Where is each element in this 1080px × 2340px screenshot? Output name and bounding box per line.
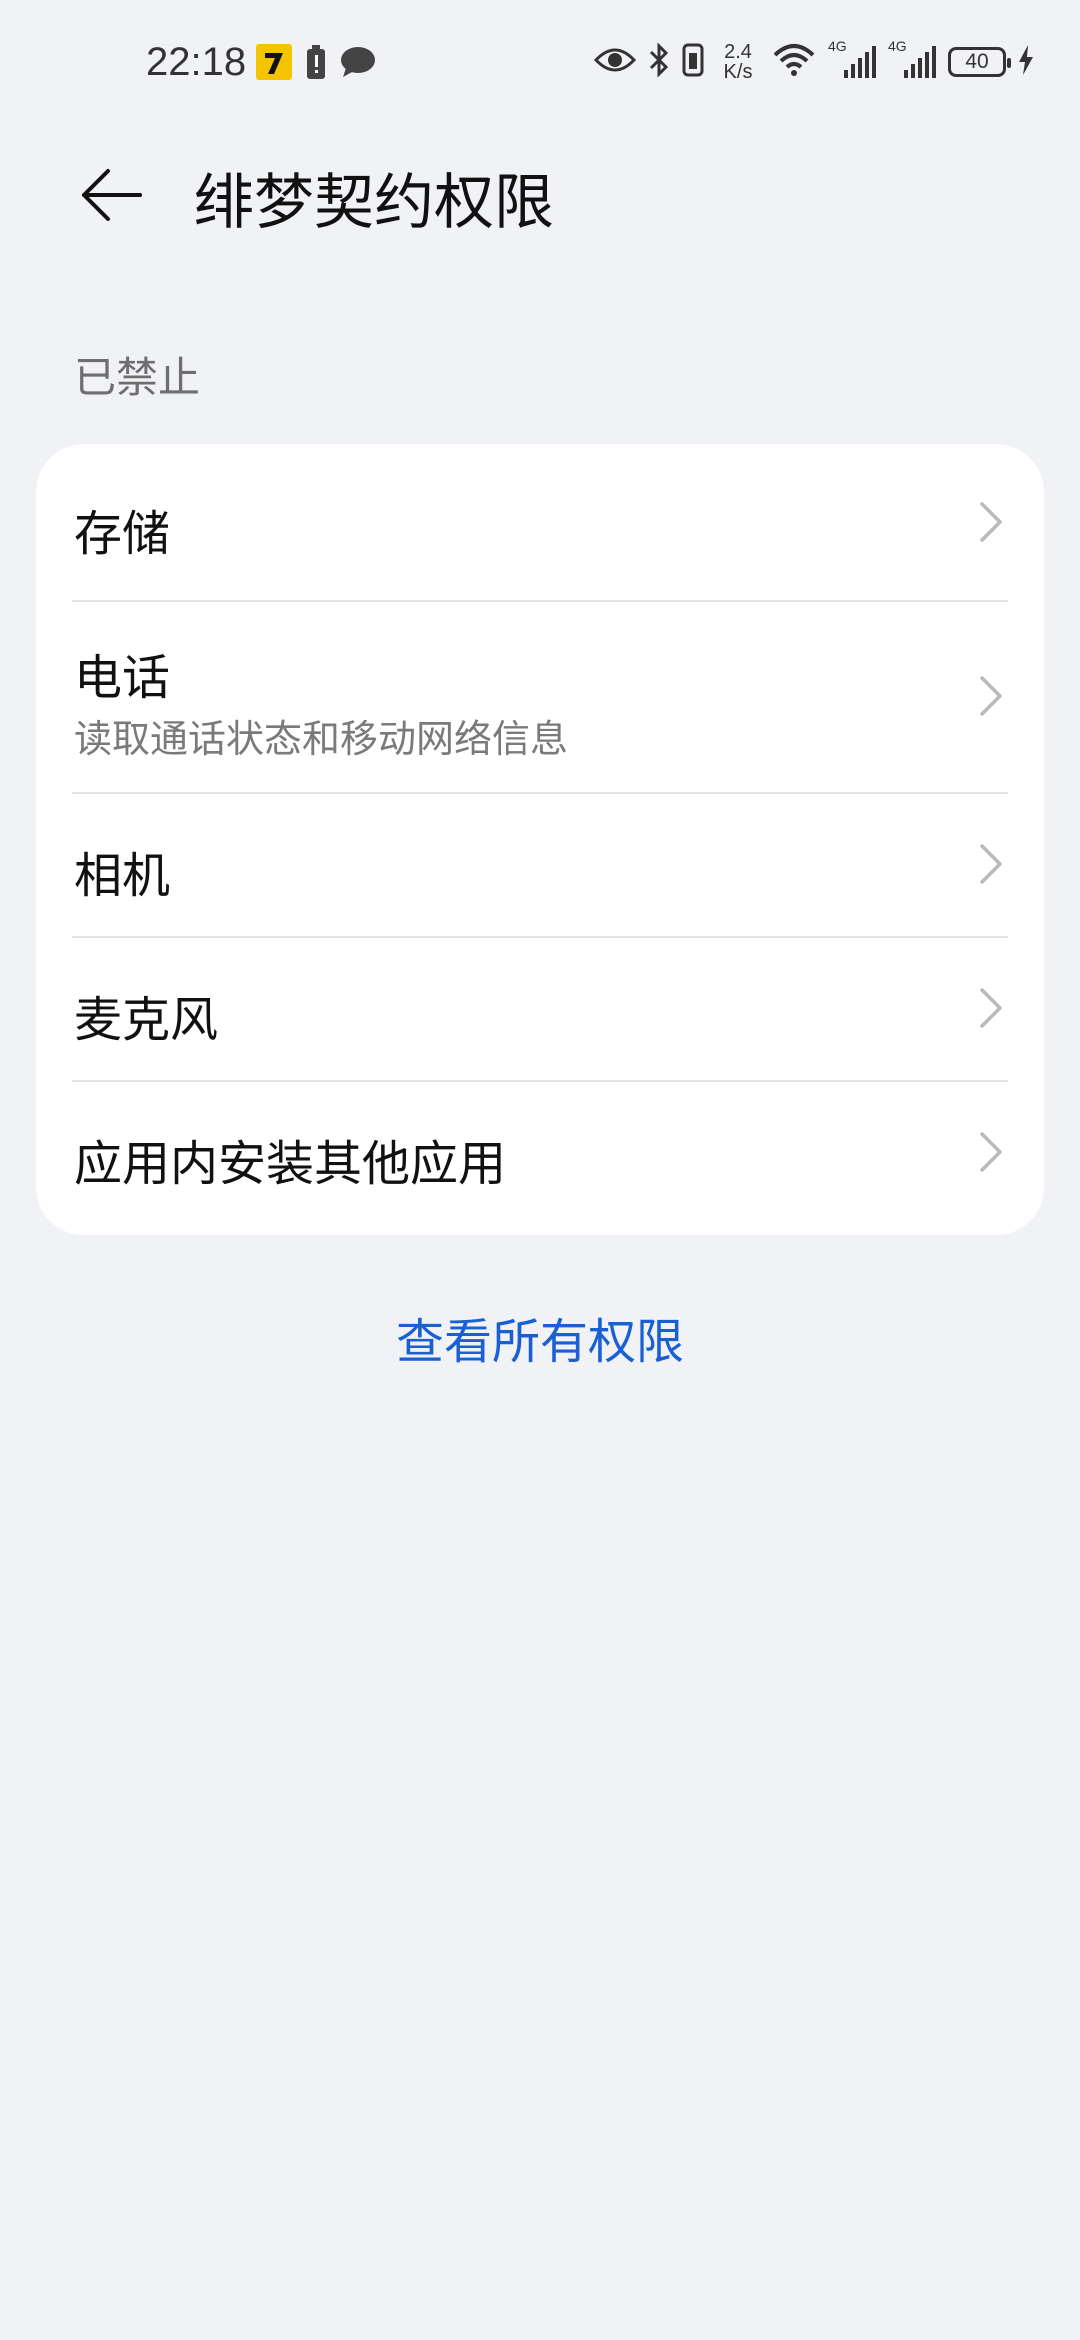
chevron-right-icon xyxy=(980,1132,1002,1172)
permission-row-camera[interactable]: 相机 xyxy=(36,792,1044,936)
back-button[interactable] xyxy=(70,155,150,235)
status-bar: 22:18 2.4 K/s 4G 4G 40 xyxy=(0,0,1080,130)
back-arrow-icon xyxy=(82,169,142,221)
status-left-icons xyxy=(256,44,376,84)
wifi-icon xyxy=(772,43,816,81)
vibrate-icon xyxy=(682,43,704,81)
page-title: 绯梦契约权限 xyxy=(194,168,554,238)
permission-title: 麦克风 xyxy=(74,992,219,1048)
signal-icon: 4G xyxy=(828,38,876,80)
divider xyxy=(72,936,1008,938)
permission-subtitle: 读取通话状态和移动网络信息 xyxy=(74,717,569,761)
battery-level: 40 xyxy=(965,50,989,73)
app-notification-icon xyxy=(256,44,292,84)
permissions-card: 存储 电话 读取通话状态和移动网络信息 相机 麦克风 应用内安装其他应用 xyxy=(36,444,1044,1235)
battery-icon: 40 xyxy=(948,47,1011,77)
permission-row-phone[interactable]: 电话 读取通话状态和移动网络信息 xyxy=(36,600,1044,792)
chevron-right-icon xyxy=(980,676,1002,716)
chevron-right-icon xyxy=(980,988,1002,1028)
divider xyxy=(72,792,1008,794)
permission-title: 应用内安装其他应用 xyxy=(74,1136,507,1192)
divider xyxy=(72,1080,1008,1082)
eye-icon xyxy=(593,46,637,78)
section-label: 已禁止 xyxy=(74,353,201,402)
chevron-right-icon xyxy=(980,844,1002,884)
permission-row-storage[interactable]: 存储 xyxy=(36,444,1044,600)
net-speed-value: 2.4 xyxy=(724,41,752,63)
status-right-icons: 2.4 K/s 4G 4G 40 xyxy=(593,38,1034,82)
permission-title: 存储 xyxy=(74,506,171,562)
chevron-right-icon xyxy=(980,502,1002,542)
battery-alert-icon xyxy=(306,45,326,83)
signal-icon: 4G xyxy=(888,38,936,80)
bluetooth-icon xyxy=(648,42,670,81)
permission-row-install-apps[interactable]: 应用内安装其他应用 xyxy=(36,1080,1044,1235)
view-all-permissions-link[interactable]: 查看所有权限 xyxy=(0,1302,1080,1372)
charging-icon xyxy=(1018,45,1034,79)
permission-title: 相机 xyxy=(74,848,171,904)
chat-bubble-icon xyxy=(340,46,376,82)
network-speed: 2.4 K/s xyxy=(716,42,760,82)
permission-title: 电话 xyxy=(74,650,171,706)
net-speed-unit: K/s xyxy=(723,61,753,83)
status-time: 22:18 xyxy=(146,40,247,84)
app-header: 绯梦契约权限 xyxy=(0,130,1080,260)
divider xyxy=(72,600,1008,602)
permission-row-microphone[interactable]: 麦克风 xyxy=(36,936,1044,1080)
